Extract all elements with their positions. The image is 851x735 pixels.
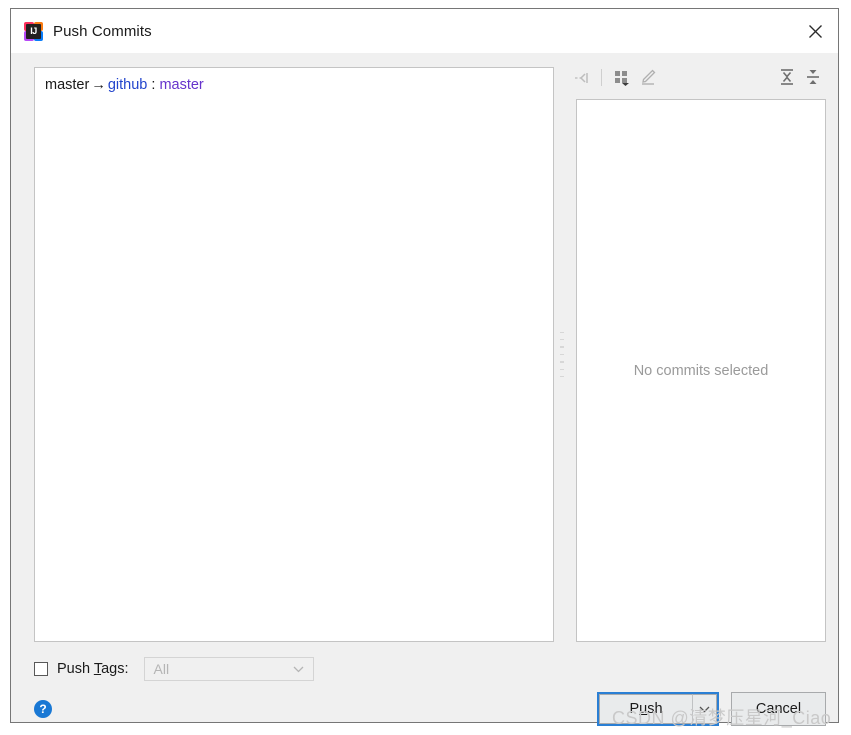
push-split-button: Pu sh (597, 692, 719, 726)
target-branch-link[interactable]: master (159, 77, 203, 93)
push-dropdown-button[interactable] (692, 694, 717, 724)
dialog-body: master → github : master No commits sele… (11, 53, 838, 726)
group-by-icon (615, 71, 629, 86)
push-tags-checkbox[interactable] (34, 662, 48, 676)
commit-details-area: No commits selected (568, 53, 828, 722)
expand-all-button[interactable] (774, 64, 800, 90)
dialog-titlebar: IJ Push Commits (11, 9, 838, 53)
push-tags-row: Push Tags: All (34, 657, 314, 681)
collapse-all-icon (807, 70, 819, 84)
commit-details-panel: No commits selected (576, 99, 826, 642)
help-button[interactable]: ? (34, 700, 52, 718)
expand-all-icon (781, 69, 793, 85)
detail-toolbar (568, 61, 826, 93)
close-button[interactable] (792, 9, 838, 53)
arrow-icon: → (91, 77, 106, 93)
branch-separator: : (151, 77, 156, 93)
dialog-footer-buttons: Pu sh Cancel (597, 692, 826, 726)
source-branch-label: master (45, 77, 90, 93)
cancel-button[interactable]: Cancel (731, 692, 826, 726)
no-commits-message: No commits selected (633, 362, 769, 379)
branch-spec-row[interactable]: master → github : master (35, 68, 553, 93)
push-tags-label: Push Tags: (57, 661, 129, 677)
collapse-all-button[interactable] (800, 64, 826, 90)
chevron-down-icon (699, 706, 710, 712)
chevron-down-icon (293, 660, 304, 678)
commits-tree-panel[interactable]: master → github : master (34, 67, 554, 642)
push-button[interactable]: Pu sh (599, 694, 692, 724)
group-by-button[interactable] (609, 64, 635, 90)
app-icon-text: IJ (26, 23, 41, 39)
edit-button[interactable] (635, 64, 661, 90)
remote-name-link[interactable]: github (108, 77, 148, 93)
toolbar-separator (601, 68, 602, 86)
splitter-grip (560, 331, 564, 378)
collapse-selection-button[interactable] (568, 64, 594, 90)
push-tags-dropdown-value: All (153, 661, 170, 677)
dialog-title: Push Commits (53, 22, 152, 40)
intellij-idea-icon: IJ (24, 21, 43, 41)
collapse-selection-icon (574, 72, 588, 83)
panel-splitter[interactable] (556, 67, 568, 642)
close-icon (808, 24, 822, 38)
push-commits-dialog: IJ Push Commits master→github : master (10, 8, 839, 726)
push-tags-dropdown[interactable]: All (143, 657, 314, 681)
edit-icon (642, 69, 656, 85)
